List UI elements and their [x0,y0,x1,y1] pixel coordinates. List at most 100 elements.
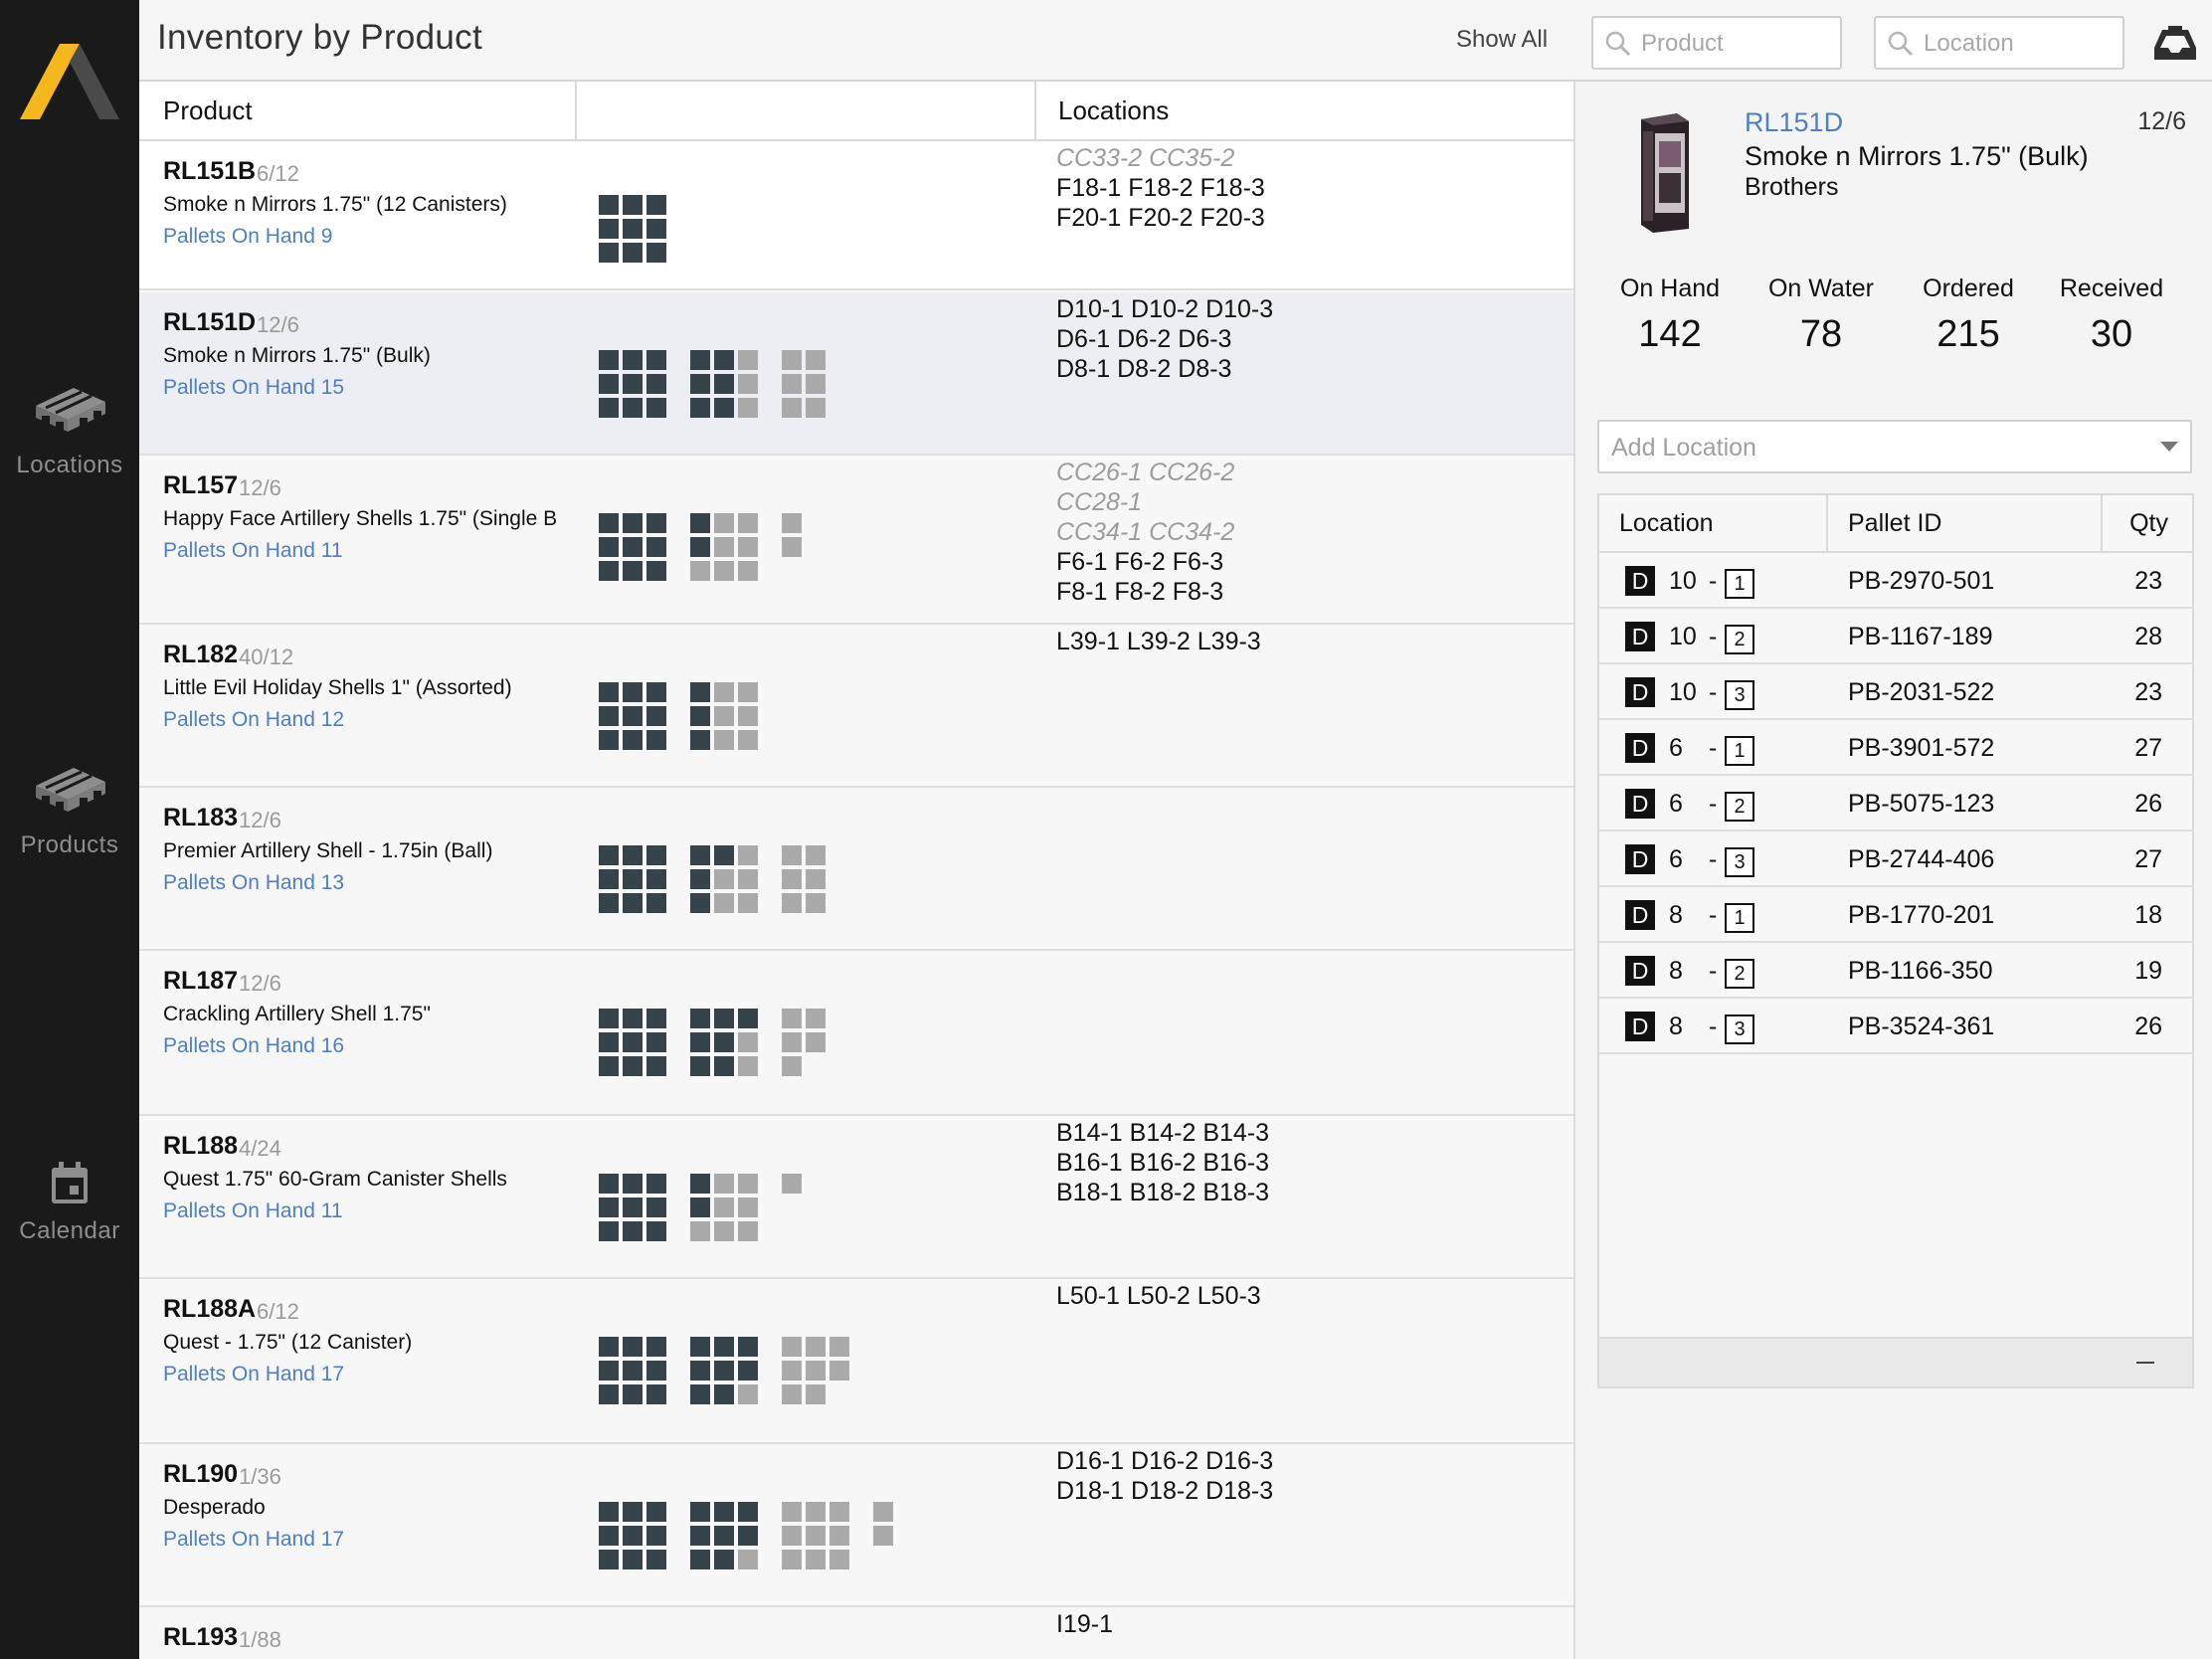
pallet-row[interactable]: D 10-3 PB-2031-522 23 [1599,664,2192,720]
pallet-row[interactable]: D 6-2 PB-5075-123 26 [1599,776,2192,831]
pallets-on-hand-link[interactable]: Pallets On Hand 17 [163,1363,344,1386]
pallet-row[interactable]: D 10-2 PB-1167-189 28 [1599,609,2192,664]
pallet-partial [738,682,758,702]
product-sku: RL188A [163,1295,257,1323]
column-header-pallet-id[interactable]: Pallet ID [1828,495,2103,551]
app-logo [20,44,119,119]
pallet-full [599,1174,619,1194]
pallet-grid [599,1009,668,1078]
search-icon [1888,31,1914,57]
product-row[interactable]: RL183 12/6 Premier Artillery Shell - 1.75i… [139,788,1573,951]
pallet-qty: 28 [2134,623,2162,650]
pallet-full [623,1056,643,1076]
product-image [1641,113,1689,233]
location-line[interactable]: F18-1 F18-2 F18-3 [1056,173,1265,203]
pallet-full [623,706,643,726]
product-row[interactable]: RL188 4/24 Quest 1.75" 60-Gram Canister Sh… [139,1116,1573,1279]
product-row[interactable]: RL151B 6/12 Smoke n Mirrors 1.75" (12 Cani… [139,141,1573,290]
pallet-grid [782,845,851,915]
product-search-input[interactable] [1641,27,1830,61]
stat-received: Received 30 [2037,275,2186,356]
column-header-location[interactable]: Location [1599,495,1828,551]
pallet-row[interactable]: D 8-3 PB-3524-361 26 [1599,999,2192,1054]
location-line[interactable]: D16-1 D16-2 D16-3 [1056,1446,1273,1476]
location-line[interactable]: B18-1 B18-2 B18-3 [1056,1178,1269,1207]
location-line[interactable]: D6-1 D6-2 D6-3 [1056,324,1273,354]
location-line[interactable]: L50-1 L50-2 L50-3 [1056,1281,1261,1311]
product-row[interactable]: RL188A 6/12 Quest - 1.75" (12 Canister) Pal… [139,1279,1573,1444]
product-row[interactable]: RL193 1/88 I19-1 [139,1607,1573,1659]
inbox-icon[interactable] [2152,24,2198,64]
nav-item-products[interactable]: Products [0,758,139,859]
location-line[interactable]: I19-1 [1056,1609,1113,1639]
pallet-partial [806,374,826,394]
pallet-row[interactable]: D 6-1 PB-3901-572 27 [1599,720,2192,776]
pallet-partial [806,869,826,889]
location-line[interactable]: F20-1 F20-2 F20-3 [1056,203,1265,233]
pallets-on-hand-link[interactable]: Pallets On Hand 15 [163,376,344,400]
pallets-on-hand-link[interactable]: Pallets On Hand 16 [163,1034,344,1058]
show-all-button[interactable]: Show All [1456,26,1548,54]
pallet-full [738,1502,758,1522]
location-search-box[interactable] [1874,16,2124,70]
product-row[interactable]: RL151D 12/6 Smoke n Mirrors 1.75" (Bulk) Pa… [139,292,1573,456]
zone-badge: D [1625,956,1655,986]
detail-sku-link[interactable]: RL151D [1745,107,1843,138]
location-line[interactable]: B16-1 B16-2 B16-3 [1056,1148,1269,1178]
pallet-row[interactable]: D 6-3 PB-2744-406 27 [1599,831,2192,887]
pallet-full [623,513,643,533]
pallet-full [599,243,619,263]
pallet-grid [873,1502,943,1571]
pallet-partial [738,730,758,750]
nav-item-locations[interactable]: Locations [0,378,139,479]
pallets-on-hand-link[interactable]: Pallets On Hand 12 [163,708,344,732]
nav-item-calendar[interactable]: Calendar [0,1162,139,1245]
product-name: Smoke n Mirrors 1.75" (12 Canisters) [163,193,507,216]
pallet-grid [599,350,668,420]
pallet-partial [714,561,734,581]
location-separator: - [1709,567,1718,595]
column-header-locations[interactable]: Locations [1036,82,1573,139]
pallet-row[interactable]: D 10-1 PB-2970-501 23 [1599,553,2192,609]
location-line[interactable]: F6-1 F6-2 F6-3 [1056,547,1234,577]
location-line[interactable]: D8-1 D8-2 D8-3 [1056,354,1273,384]
pallet-full [690,1032,710,1052]
temporary-location[interactable]: CC28-1 [1056,487,1234,517]
location-line[interactable]: B14-1 B14-2 B14-3 [1056,1118,1269,1148]
column-header-product[interactable]: Product [139,82,577,139]
product-row[interactable]: RL182 40/12 Little Evil Holiday Shells 1" … [139,625,1573,788]
product-search-box[interactable] [1591,16,1842,70]
temporary-location[interactable]: CC33-2 CC35-2 [1056,143,1265,173]
level-box: 1 [1725,569,1754,599]
pallet-full [646,1174,666,1194]
pallet-full [599,893,619,913]
product-row[interactable]: RL187 12/6 Crackling Artillery Shell 1.75"… [139,951,1573,1116]
location-line[interactable]: L39-1 L39-2 L39-3 [1056,627,1261,656]
location-line[interactable]: D10-1 D10-2 D10-3 [1056,294,1273,324]
product-locations: D10-1 D10-2 D10-3 D6-1 D6-2 D6-3 D8-1 D8-2… [1056,294,1273,384]
temporary-location[interactable]: CC26-1 CC26-2 [1056,458,1234,487]
pallets-on-hand-link[interactable]: Pallets On Hand 17 [163,1528,344,1552]
minus-icon[interactable] [2136,1362,2154,1364]
pallet-row[interactable]: D 8-1 PB-1770-201 18 [1599,887,2192,943]
location-line[interactable]: D18-1 D18-2 D18-3 [1056,1476,1273,1506]
pallets-on-hand-link[interactable]: Pallets On Hand 13 [163,871,344,895]
pallets-on-hand-link[interactable]: Pallets On Hand 9 [163,225,332,249]
pallet-id: PB-1167-189 [1848,623,1993,650]
product-row[interactable]: RL157 12/6 Happy Face Artillery Shells 1.7… [139,456,1573,625]
product-row[interactable]: RL190 1/36 Desperado Pallets On Hand 17 D16-… [139,1444,1573,1607]
pallets-on-hand-link[interactable]: Pallets On Hand 11 [163,1199,343,1223]
column-header-qty[interactable]: Qty [2103,495,2192,551]
stat-label: Ordered [1923,275,2014,302]
add-location-select[interactable]: Add Location [1597,420,2192,473]
pallet-row[interactable]: D 8-2 PB-1166-350 19 [1599,943,2192,999]
pallet-full [690,706,710,726]
search-icon [1605,31,1631,57]
pallet-partial [806,1337,826,1357]
location-search-input[interactable] [1924,27,2113,61]
pallet-full [623,243,643,263]
location-line[interactable]: F8-1 F8-2 F8-3 [1056,577,1234,607]
pallet-id: PB-2744-406 [1848,845,1995,873]
pallets-on-hand-link[interactable]: Pallets On Hand 11 [163,539,343,563]
temporary-location[interactable]: CC34-1 CC34-2 [1056,517,1234,547]
